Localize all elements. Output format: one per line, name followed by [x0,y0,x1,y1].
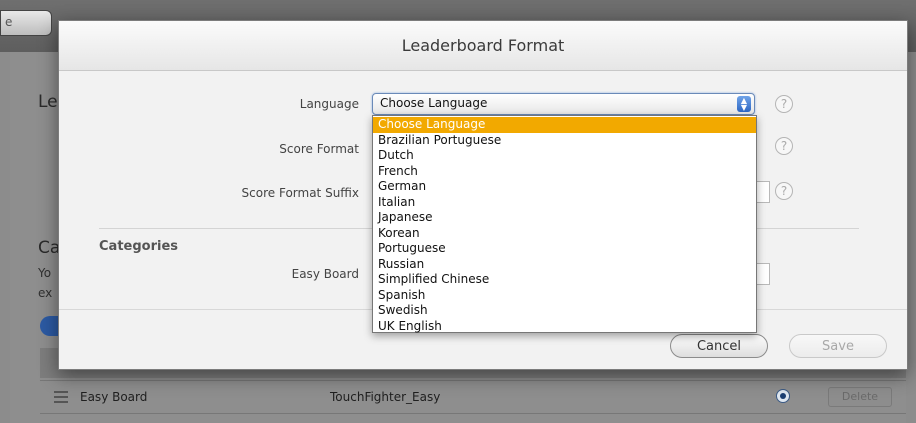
leaderboard-heading: Le [38,92,58,112]
score-format-help-icon[interactable]: ? [775,137,793,155]
language-label: Language [299,97,359,111]
score-format-suffix-input[interactable] [756,181,770,203]
table-row[interactable]: Easy Board TouchFighter_Easy Delete [40,380,906,414]
save-button[interactable]: Save [789,334,887,358]
language-select-value: Choose Language [380,96,488,110]
categories-heading: Ca [38,238,61,258]
dropdown-option[interactable]: Brazilian Portuguese [373,133,756,149]
dropdown-option[interactable]: Portuguese [373,241,756,257]
dropdown-option[interactable]: Russian [373,257,756,273]
easy-board-label: Easy Board [291,267,359,281]
language-help-icon[interactable]: ? [775,95,793,113]
dropdown-option[interactable]: Choose Language [373,117,756,133]
back-button[interactable]: e [0,10,52,36]
row-name: Easy Board [80,390,148,404]
score-format-label: Score Format [279,142,359,156]
cancel-button[interactable]: Cancel [670,334,768,358]
categories-section-title: Categories [99,239,179,254]
language-select[interactable]: Choose Language ▲ ▼ [372,93,755,115]
row-category-id: TouchFighter_Easy [330,390,441,404]
dropdown-option[interactable]: German [373,179,756,195]
default-radio[interactable] [776,389,790,403]
dropdown-option[interactable]: Simplified Chinese [373,272,756,288]
score-format-suffix-label: Score Format Suffix [241,186,359,200]
select-arrows-icon: ▲ ▼ [737,96,751,112]
dropdown-option[interactable]: French [373,164,756,180]
dropdown-option[interactable]: Spanish [373,288,756,304]
dropdown-option[interactable]: Korean [373,226,756,242]
delete-button[interactable]: Delete [828,387,892,407]
dialog-title: Leaderboard Format [59,21,907,71]
dropdown-option[interactable]: Dutch [373,148,756,164]
dropdown-option[interactable]: UK English [373,319,756,335]
easy-board-input[interactable] [756,263,770,285]
dropdown-option[interactable]: Japanese [373,210,756,226]
categories-description-line2: ex [38,286,53,300]
drag-handle-icon[interactable] [54,391,68,403]
language-dropdown-list: Choose Language Brazilian Portuguese Dut… [372,115,757,333]
score-format-suffix-help-icon[interactable]: ? [775,182,793,200]
categories-description-line1: Yo [38,266,52,280]
dropdown-option[interactable]: Swedish [373,303,756,319]
dropdown-option[interactable]: Italian [373,195,756,211]
